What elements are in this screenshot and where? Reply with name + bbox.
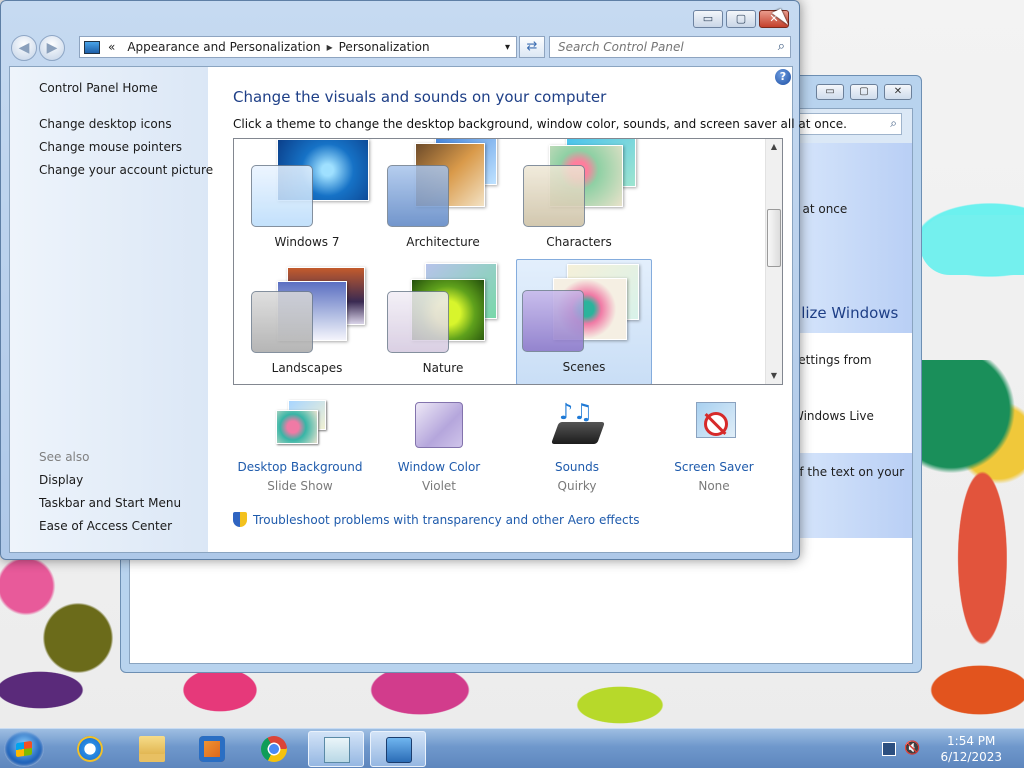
theme-label: Scenes <box>562 360 606 374</box>
desktop-background-value: Slide Show <box>267 479 333 493</box>
control-panel-home-link[interactable]: Control Panel Home <box>39 81 158 95</box>
wallpaper-shape <box>920 360 1024 690</box>
internet-explorer-icon <box>77 736 103 762</box>
address-overflow-chevron[interactable]: « <box>108 40 115 54</box>
media-player-icon <box>199 736 225 762</box>
window-color-option[interactable]: Window Color Violet <box>369 400 509 493</box>
change-account-picture-link[interactable]: Change your account picture <box>39 163 213 177</box>
taskbar-chrome[interactable] <box>246 731 302 767</box>
search-icon: ⌕ <box>890 116 897 130</box>
theme-windows7[interactable]: Windows 7 <box>239 139 375 261</box>
page-subtitle: Click a theme to change the desktop back… <box>233 117 847 131</box>
document-icon <box>324 737 350 763</box>
scroll-down-icon[interactable]: ▼ <box>766 368 782 384</box>
theme-characters[interactable]: Characters <box>511 139 647 261</box>
personalization-window[interactable]: ▭ ▢ ✕ ◀ ▶ « Appearance and Personalizati… <box>0 0 847 560</box>
taskbar-notepad[interactable] <box>308 731 364 767</box>
wallpaper-shape <box>920 215 1024 275</box>
scroll-thumb[interactable] <box>767 209 781 267</box>
network-icon[interactable] <box>882 742 896 756</box>
control-panel-icon <box>386 737 412 763</box>
theme-label: Landscapes <box>271 361 343 375</box>
address-bar[interactable]: « Appearance and Personalization ▸ Perso… <box>79 36 517 58</box>
search-icon[interactable]: ⌕ <box>778 39 785 54</box>
breadcrumb-personalization[interactable]: Personalization <box>339 40 430 54</box>
window-color-value: Violet <box>421 479 457 493</box>
sounds-value: Quirky <box>557 479 597 493</box>
taskbar-start-menu-link[interactable]: Taskbar and Start Menu <box>39 496 181 510</box>
control-panel-icon <box>84 40 100 54</box>
left-task-pane: Control Panel Home Change desktop icons … <box>10 67 213 552</box>
ease-of-access-link[interactable]: Ease of Access Center <box>39 519 172 533</box>
theme-gallery-scrollbar[interactable]: ▲ ▼ <box>765 139 782 384</box>
change-desktop-icons-link[interactable]: Change desktop icons <box>39 117 172 131</box>
back-maximize-button[interactable]: ▢ <box>850 84 878 100</box>
theme-nature[interactable]: Nature <box>375 261 511 384</box>
help-icon[interactable]: ? <box>775 69 791 85</box>
theme-label: Windows 7 <box>274 235 340 249</box>
start-button[interactable] <box>4 731 44 767</box>
window-color-link[interactable]: Window Color <box>369 460 509 474</box>
content-area: Control Panel Home Change desktop icons … <box>9 66 847 553</box>
windows-logo-icon <box>16 740 32 758</box>
back-text: of the text on your <box>792 465 905 479</box>
screen-saver-value: None <box>698 479 730 493</box>
theme-label: Characters <box>546 235 612 249</box>
back-text: Windows Live <box>792 409 874 423</box>
back-close-button[interactable]: ✕ <box>884 84 912 100</box>
taskbar-file-explorer[interactable] <box>124 731 180 767</box>
clock-date: 6/12/2023 <box>940 750 1002 764</box>
screen-saver-link[interactable]: Screen Saver <box>644 460 784 474</box>
search-input[interactable] <box>550 37 760 57</box>
address-dropdown-icon[interactable]: ▾ <box>505 42 510 53</box>
sounds-option[interactable]: ♪♫ Sounds Quirky <box>507 400 647 493</box>
theme-scenes[interactable]: Scenes <box>516 259 652 384</box>
back-text: ll at once <box>792 202 848 216</box>
back-text: settings from <box>792 353 872 367</box>
taskbar-internet-explorer[interactable] <box>62 731 118 767</box>
window-color-icon <box>411 400 467 452</box>
troubleshoot-link[interactable]: Troubleshoot problems with transparency … <box>233 512 640 527</box>
scroll-up-icon[interactable]: ▲ <box>766 139 782 155</box>
volume-muted-icon[interactable]: 🔇 <box>904 741 920 756</box>
system-tray: 🔇 1:54 PM 6/12/2023 <box>874 729 1024 768</box>
theme-gallery[interactable]: Windows 7 Architecture Characters Landsc… <box>233 138 783 385</box>
display-link[interactable]: Display <box>39 473 83 487</box>
sounds-icon: ♪♫ <box>549 400 606 452</box>
forward-arrow-icon[interactable]: ▶ <box>39 35 65 61</box>
back-arrow-icon[interactable]: ◀ <box>11 35 37 61</box>
back-minimize-button[interactable]: ▭ <box>816 84 844 100</box>
theme-label: Architecture <box>406 235 480 249</box>
screen-saver-icon <box>686 400 742 452</box>
shield-icon <box>233 512 247 527</box>
screen-saver-option[interactable]: Screen Saver None <box>644 400 784 493</box>
theme-label: Nature <box>422 361 464 375</box>
maximize-button[interactable]: ▢ <box>726 10 756 28</box>
wallpaper-shape <box>0 560 130 690</box>
back-heading: alize Windows <box>792 304 899 322</box>
taskbar: 🔇 1:54 PM 6/12/2023 <box>0 728 1024 768</box>
desktop-background-link[interactable]: Desktop Background <box>230 460 370 474</box>
page-title: Change the visuals and sounds on your co… <box>233 88 607 106</box>
theme-architecture[interactable]: Architecture <box>375 139 511 261</box>
chrome-icon <box>261 736 287 762</box>
desktop-background-icon <box>272 400 328 452</box>
theme-landscapes[interactable]: Landscapes <box>239 261 375 384</box>
minimize-button[interactable]: ▭ <box>693 10 723 28</box>
change-mouse-pointers-link[interactable]: Change mouse pointers <box>39 140 182 154</box>
clock-time: 1:54 PM <box>947 734 996 748</box>
breadcrumb-separator-icon[interactable]: ▸ <box>327 40 333 54</box>
folder-icon <box>139 736 165 762</box>
search-box[interactable]: ⌕ <box>549 36 791 58</box>
sounds-link[interactable]: Sounds <box>507 460 647 474</box>
see-also-label: See also <box>39 450 90 464</box>
clock[interactable]: 1:54 PM 6/12/2023 <box>940 733 1002 765</box>
troubleshoot-text[interactable]: Troubleshoot problems with transparency … <box>253 513 640 527</box>
taskbar-media-player[interactable] <box>184 731 240 767</box>
taskbar-control-panel[interactable] <box>370 731 426 767</box>
desktop-background-option[interactable]: Desktop Background Slide Show <box>230 400 370 493</box>
breadcrumb-appearance[interactable]: Appearance and Personalization <box>127 40 320 54</box>
refresh-icon[interactable]: ⇄ <box>519 36 545 58</box>
